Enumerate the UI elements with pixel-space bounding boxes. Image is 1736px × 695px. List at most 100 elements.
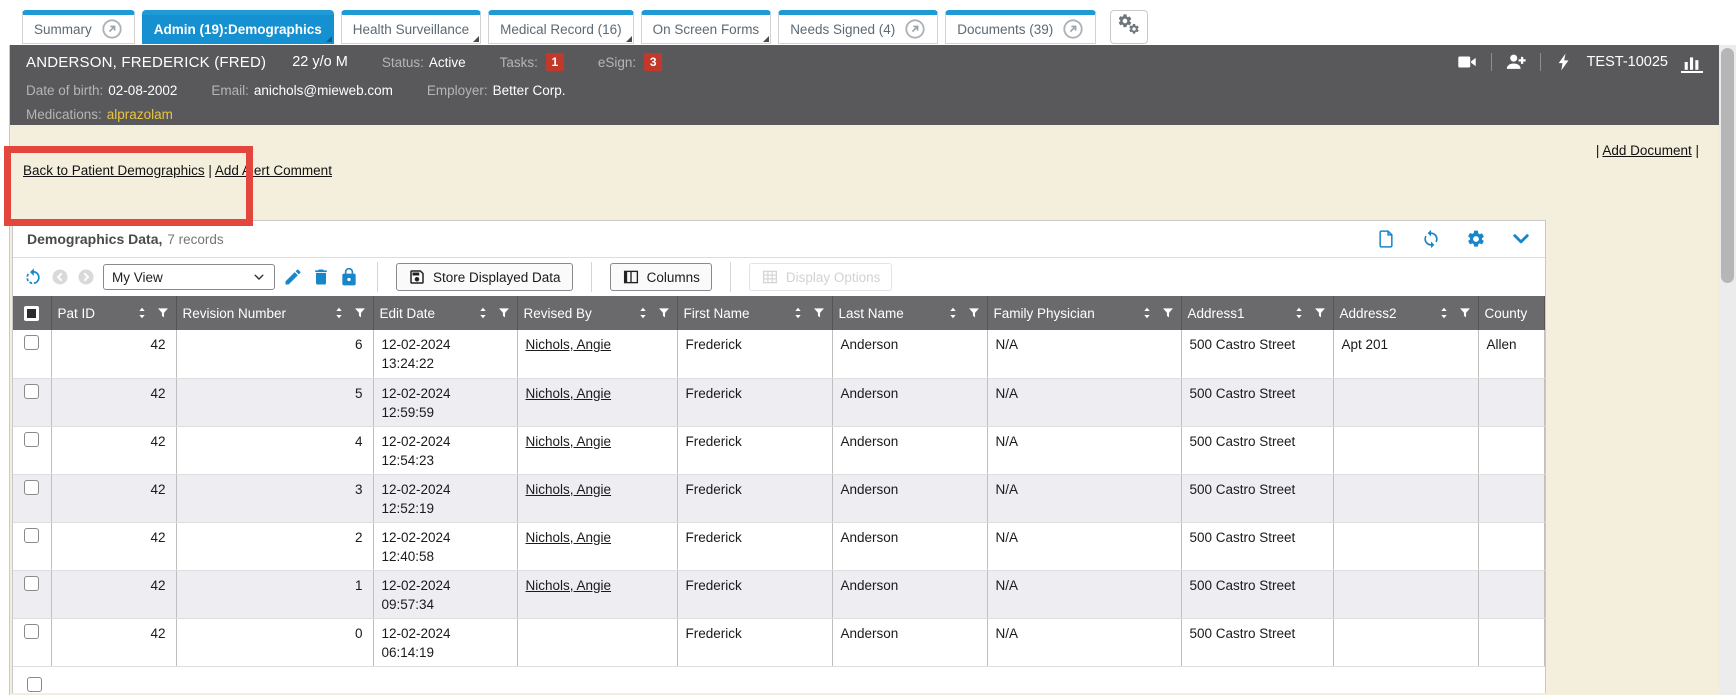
demographics-panel: Demographics Data, 7 records My View [12, 220, 1546, 693]
filter-funnel-icon[interactable] [1458, 306, 1472, 320]
refresh-icon[interactable] [1421, 229, 1441, 249]
tab-admin-demographics[interactable]: Admin (19):Demographics [142, 10, 334, 44]
table-footer-row [13, 667, 1545, 695]
footer-checkbox[interactable] [27, 677, 42, 692]
popout-icon[interactable] [904, 18, 926, 40]
sort-icon[interactable] [946, 306, 960, 320]
tab-medical-record[interactable]: Medical Record (16) [488, 10, 634, 44]
row-checkbox[interactable] [24, 528, 39, 543]
undo-icon[interactable] [23, 267, 43, 287]
filter-funnel-icon[interactable] [156, 306, 170, 320]
sort-icon[interactable] [1140, 306, 1154, 320]
edit-date: 12-02-2024 [382, 384, 509, 403]
bar-chart-icon[interactable] [1681, 51, 1703, 73]
row-checkbox[interactable] [24, 576, 39, 591]
tab-settings-button[interactable] [1110, 10, 1148, 44]
settings-gear-icon[interactable] [1466, 229, 1486, 249]
revised-by-link[interactable]: Nichols, Angie [526, 578, 612, 593]
tab-needs-signed[interactable]: Needs Signed (4) [778, 10, 938, 44]
sort-icon[interactable] [1437, 306, 1451, 320]
revised-by-link[interactable]: Nichols, Angie [526, 337, 612, 352]
column-header-first-name[interactable]: First Name [677, 296, 832, 330]
row-checkbox[interactable] [24, 335, 39, 350]
popout-icon[interactable] [1062, 18, 1084, 40]
new-document-icon[interactable] [1376, 229, 1396, 249]
collapse-chevron-icon[interactable] [1511, 229, 1531, 249]
sort-icon[interactable] [1292, 306, 1306, 320]
sort-icon[interactable] [636, 306, 650, 320]
filter-funnel-icon[interactable] [353, 306, 367, 320]
column-header-revision-number[interactable]: Revision Number [176, 296, 373, 330]
sort-icon[interactable] [332, 306, 346, 320]
cell-pat-id: 42 [51, 570, 176, 618]
cell-county: Allen [1478, 330, 1545, 378]
column-header-revised-by[interactable]: Revised By [517, 296, 677, 330]
cell-first-name: Frederick [677, 522, 832, 570]
cell-edit-date: 12-02-202409:57:34 [373, 570, 517, 618]
tab-health-label: Health Surveillance [353, 22, 469, 37]
next-view-icon[interactable] [77, 268, 95, 286]
esign-badge[interactable]: 3 [644, 53, 662, 71]
filter-funnel-icon[interactable] [812, 306, 826, 320]
column-header-family-physician[interactable]: Family Physician [987, 296, 1181, 330]
cell-edit-date: 12-02-202412:59:59 [373, 378, 517, 426]
select-all-checkbox[interactable] [24, 306, 39, 321]
column-label: Address1 [1188, 306, 1245, 321]
add-person-icon[interactable] [1505, 51, 1527, 73]
store-displayed-data-button[interactable]: Store Displayed Data [396, 263, 573, 291]
revised-by-link[interactable]: Nichols, Angie [526, 434, 612, 449]
view-select-value: My View [112, 270, 163, 285]
filter-funnel-icon[interactable] [497, 306, 511, 320]
tab-health-surveillance[interactable]: Health Surveillance [341, 10, 481, 44]
row-checkbox[interactable] [24, 432, 39, 447]
employer-label: Employer: [427, 83, 488, 98]
video-camera-icon[interactable] [1456, 51, 1478, 73]
back-to-demographics-link[interactable]: Back to Patient Demographics [23, 163, 205, 178]
lightning-bolt-icon[interactable] [1554, 52, 1574, 72]
column-header-edit-date[interactable]: Edit Date [373, 296, 517, 330]
lock-view-icon[interactable] [339, 267, 359, 287]
scrollbar-thumb[interactable] [1721, 48, 1734, 283]
tasks-badge[interactable]: 1 [546, 53, 564, 71]
row-checkbox[interactable] [24, 480, 39, 495]
view-select[interactable]: My View [103, 264, 275, 290]
tab-summary[interactable]: Summary [22, 10, 135, 44]
column-header-pat-id[interactable]: Pat ID [51, 296, 176, 330]
vertical-scrollbar[interactable] [1719, 45, 1736, 695]
edit-view-pencil-icon[interactable] [283, 267, 303, 287]
add-document-link[interactable]: Add Document [1602, 143, 1691, 158]
column-header-address1[interactable]: Address1 [1181, 296, 1333, 330]
revised-by-link[interactable]: Nichols, Angie [526, 482, 612, 497]
row-checkbox[interactable] [24, 384, 39, 399]
column-header-county[interactable]: County [1478, 296, 1545, 330]
column-header-last-name[interactable]: Last Name [832, 296, 987, 330]
cell-revised-by: Nichols, Angie [517, 330, 677, 378]
add-alert-comment-link[interactable]: Add Alert Comment [215, 163, 332, 178]
cell-revision-number: 1 [176, 570, 373, 618]
filter-funnel-icon[interactable] [1313, 306, 1327, 320]
popout-icon[interactable] [101, 18, 123, 40]
delete-view-trash-icon[interactable] [311, 267, 331, 287]
sort-icon[interactable] [135, 306, 149, 320]
row-checkbox[interactable] [24, 624, 39, 639]
cell-address1: 500 Castro Street [1181, 426, 1333, 474]
cell-revision-number: 6 [176, 330, 373, 378]
filter-funnel-icon[interactable] [657, 306, 671, 320]
tab-on-screen-forms[interactable]: On Screen Forms [641, 10, 772, 44]
sort-icon[interactable] [476, 306, 490, 320]
filter-funnel-icon[interactable] [967, 306, 981, 320]
filter-funnel-icon[interactable] [1161, 306, 1175, 320]
cell-first-name: Frederick [677, 570, 832, 618]
divider [1491, 53, 1492, 71]
cell-select [13, 618, 51, 666]
columns-button[interactable]: Columns [610, 263, 712, 291]
column-header-address2[interactable]: Address2 [1333, 296, 1478, 330]
medications-value[interactable]: alprazolam [107, 107, 173, 122]
edit-date: 12-02-2024 [382, 335, 509, 354]
sort-icon[interactable] [791, 306, 805, 320]
record-count: 7 records [167, 232, 223, 247]
prev-view-icon[interactable] [51, 268, 69, 286]
revised-by-link[interactable]: Nichols, Angie [526, 530, 612, 545]
revised-by-link[interactable]: Nichols, Angie [526, 386, 612, 401]
tab-documents[interactable]: Documents (39) [945, 10, 1096, 44]
